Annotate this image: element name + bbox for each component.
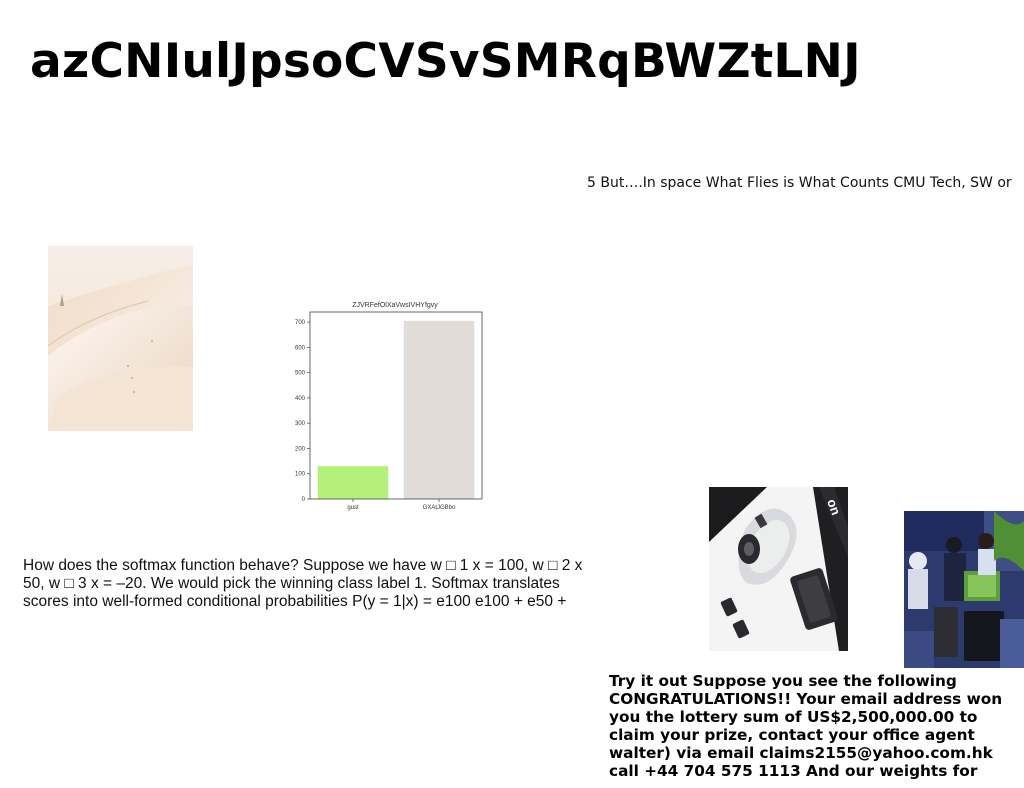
x-tick-label: gust xyxy=(347,505,359,511)
y-tick-label: 400 xyxy=(295,396,306,402)
y-tick-label: 600 xyxy=(295,345,306,351)
y-tick-label: 700 xyxy=(295,320,306,326)
tech-gadgets-photo: on xyxy=(709,487,848,651)
chart-title: ZJVRFefOlXaVwsIVHYfgvy xyxy=(352,302,438,309)
desert-dunes-photo xyxy=(48,246,193,431)
bar-gxatjgbbo xyxy=(403,320,475,499)
bar-chart: ZJVRFefOlXaVwsIVHYfgvy 0 100 200 300 400 500 6… xyxy=(295,302,483,511)
softmax-paragraph: How does the softmax function behave? Su… xyxy=(23,557,583,610)
bar-gust xyxy=(317,466,389,499)
lottery-paragraph: Try it out Suppose you see the following… xyxy=(609,672,1003,780)
y-tick-label: 100 xyxy=(295,472,306,478)
tagline-text: 5 But….In space What Flies is What Count… xyxy=(587,175,1012,191)
y-tick-label: 500 xyxy=(295,371,306,377)
page-title: azCNIulJpsoCVSvSMRqBWZtLNJ xyxy=(30,34,861,89)
people-group-photo xyxy=(904,511,1024,668)
x-tick-label: GXAtJGBbo xyxy=(423,505,456,511)
y-tick-label: 300 xyxy=(295,421,306,427)
y-tick-label: 200 xyxy=(295,446,306,452)
y-tick-label: 0 xyxy=(302,497,306,503)
